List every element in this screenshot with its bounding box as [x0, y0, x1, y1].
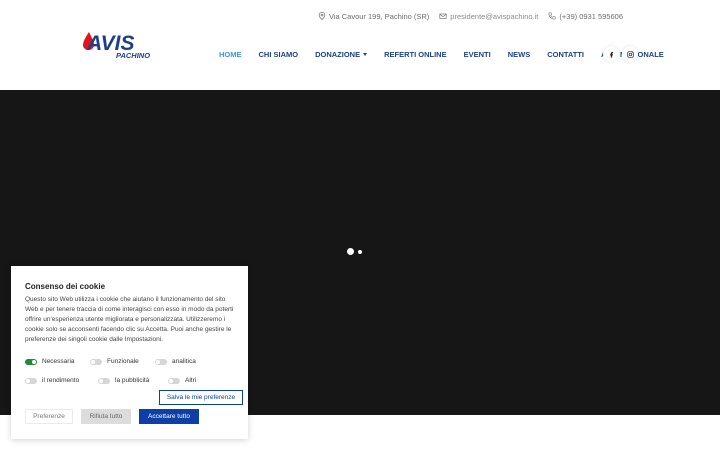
toggle-label: Necessaria: [42, 358, 75, 365]
toggle-analitica[interactable]: analitica: [155, 358, 196, 365]
location-pin-icon: [318, 12, 326, 20]
social-links: [603, 46, 638, 62]
cookie-actions: Preferenze Rifiuta tutto Accettare tutto: [25, 409, 199, 424]
toggle-label: Altri: [185, 377, 197, 384]
chevron-down-icon: [363, 52, 368, 56]
toggle-label: il rendimento: [42, 377, 80, 384]
instagram-button[interactable]: [622, 46, 638, 62]
address-item: Via Cavour 199, Pachino (SR): [318, 12, 429, 21]
contact-bar: Via Cavour 199, Pachino (SR) presidente@…: [318, 9, 623, 23]
facebook-button[interactable]: [603, 46, 619, 62]
toggle-altri[interactable]: Altri: [168, 377, 196, 384]
toggle-rendimento[interactable]: il rendimento: [25, 377, 98, 384]
phone-icon: [548, 12, 556, 20]
email-link[interactable]: presidente@avispachino.it: [450, 12, 538, 21]
cookie-consent-panel: Consenso dei cookie Questo sito Web util…: [11, 266, 248, 439]
nav-contatti[interactable]: CONTATTI: [547, 50, 584, 59]
toggle-switch[interactable]: [168, 377, 180, 384]
toggle-switch[interactable]: [25, 358, 37, 365]
preferences-button[interactable]: Preferenze: [25, 409, 73, 424]
nav-home[interactable]: HOME: [219, 50, 242, 59]
envelope-icon: [439, 13, 447, 19]
toggle-switch[interactable]: [155, 358, 167, 365]
slider-pagination: [347, 248, 362, 255]
toggle-pubblicita[interactable]: la pubblicità: [98, 377, 168, 384]
instagram-icon: [626, 50, 634, 58]
phone-text[interactable]: (+39) 0931 595606: [559, 12, 623, 21]
email-item[interactable]: presidente@avispachino.it: [439, 12, 538, 21]
reject-all-button[interactable]: Rifiuta tutto: [81, 409, 131, 424]
svg-text:PACHINO: PACHINO: [116, 51, 150, 60]
nav-referti-online[interactable]: REFERTI ONLINE: [384, 50, 447, 59]
toggle-switch[interactable]: [90, 358, 102, 365]
toggle-necessaria[interactable]: Necessaria: [25, 358, 90, 365]
save-preferences-button[interactable]: Salva le mie preferenze: [159, 390, 243, 405]
toggle-label: Funzionale: [107, 358, 139, 365]
nav-chi-siamo[interactable]: CHI SIAMO: [259, 50, 299, 59]
slider-dot-active[interactable]: [347, 248, 354, 255]
phone-item[interactable]: (+39) 0931 595606: [548, 12, 623, 21]
address-text: Via Cavour 199, Pachino (SR): [328, 11, 430, 21]
toggle-label: analitica: [172, 358, 196, 365]
nav-eventi[interactable]: EVENTI: [464, 50, 491, 59]
toggle-switch[interactable]: [98, 377, 110, 384]
cookie-toggles: Necessaria Funzionale analitica il rendi…: [25, 352, 234, 390]
accept-all-button[interactable]: Accettare tutto: [139, 409, 199, 424]
toggle-switch[interactable]: [25, 377, 37, 384]
avis-pachino-logo[interactable]: AVIS PACHINO: [82, 30, 156, 60]
toggle-row: il rendimento la pubblicità Altri: [25, 371, 234, 390]
nav-donazione[interactable]: DONAZIONE: [315, 50, 368, 59]
toggle-funzionale[interactable]: Funzionale: [90, 358, 155, 365]
facebook-icon: [609, 51, 613, 58]
cookie-description: Questo sito Web utilizza i cookie che ai…: [25, 296, 234, 343]
slider-dot[interactable]: [358, 249, 362, 254]
toggle-row: Necessaria Funzionale analitica: [25, 352, 234, 371]
nav-news[interactable]: NEWS: [508, 50, 531, 59]
toggle-label: la pubblicità: [115, 377, 150, 384]
page: Via Cavour 199, Pachino (SR) presidente@…: [0, 0, 720, 450]
cookie-title: Consenso dei cookie: [25, 282, 106, 291]
